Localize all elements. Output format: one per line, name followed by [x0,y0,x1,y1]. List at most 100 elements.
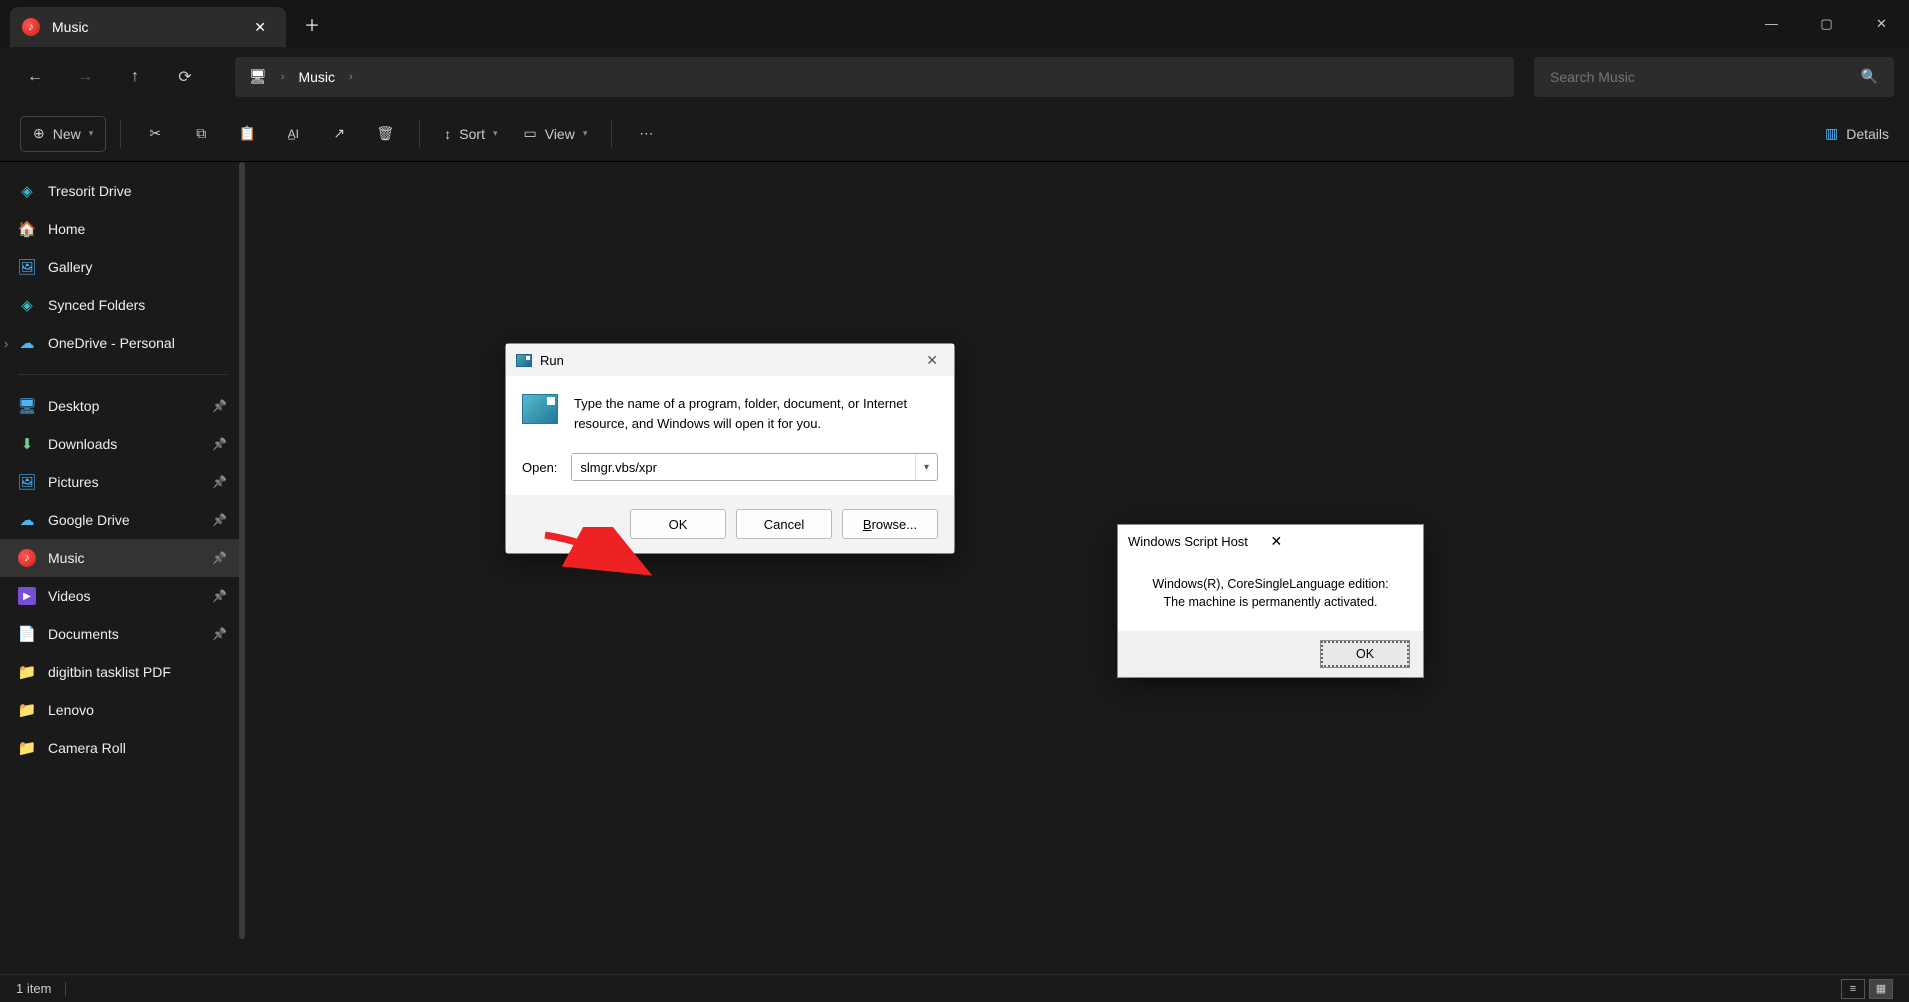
search-box[interactable]: 🔍 [1534,57,1894,97]
music-icon: ♪ [18,549,36,567]
thumbnail-view-toggle[interactable]: ▦ [1869,979,1893,999]
chevron-down-icon: ▾ [89,128,94,139]
pin-icon: 📌 [212,589,227,603]
run-dialog: Run ✕ Type the name of a program, folder… [505,343,955,554]
cut-icon: ✂ [149,125,161,142]
back-button[interactable]: ← [15,57,55,97]
run-browse-button[interactable]: Browse... [842,509,938,539]
home-icon: 🏠 [18,220,36,238]
run-ok-button[interactable]: OK [630,509,726,539]
navbar: ← → ↑ ⟳ 🖥 › Music › 🔍 [0,47,1909,106]
new-button[interactable]: ⊕ New ▾ [20,116,106,152]
more-button[interactable]: ⋯ [626,116,666,152]
sidebar-item-desktop[interactable]: 🖥Desktop📌 [0,387,245,425]
sidebar-item-pictures[interactable]: 🖼Pictures📌 [0,463,245,501]
list-view-toggle[interactable]: ≡ [1841,979,1865,999]
minimize-button[interactable]: — [1744,0,1799,47]
rename-icon: A̲I [288,127,299,141]
sidebar: ◈Tresorit Drive🏠Home 🖼 Gallery ◈ Synced Fold… [0,162,245,974]
run-open-input[interactable] [572,454,915,480]
breadcrumb-item[interactable]: Music [298,69,335,85]
tab-close-button[interactable]: ✕ [246,15,274,40]
run-close-button[interactable]: ✕ [920,350,944,371]
cube-icon: ◈ [18,296,36,314]
sort-icon: ↕ [444,126,451,142]
sidebar-item-label: digitbin tasklist PDF [48,664,171,680]
run-dialog-body: Type the name of a program, folder, docu… [506,376,954,495]
sidebar-item-digitbin-tasklist-pdf[interactable]: 📁 digitbin tasklist PDF [0,653,245,691]
close-button[interactable]: ✕ [1854,0,1909,47]
refresh-button[interactable]: ⟳ [165,57,205,97]
rename-button[interactable]: A̲I [273,116,313,152]
new-tab-button[interactable]: ＋ [286,12,338,36]
pin-icon: 📌 [212,399,227,413]
sidebar-item-label: Gallery [48,259,92,275]
folder-icon: 📁 [18,701,36,719]
sidebar-item-home[interactable]: 🏠Home [0,210,245,248]
view-label: View [545,126,575,142]
sidebar-item-gallery[interactable]: 🖼 Gallery [0,248,245,286]
combobox-dropdown-button[interactable]: ▾ [915,454,937,480]
wsh-dialog-footer: OK [1118,631,1423,677]
search-input[interactable] [1550,69,1861,85]
sidebar-item-synced-folders[interactable]: ◈ Synced Folders [0,286,245,324]
toolbar: ⊕ New ▾ ✂ ⧉ 📋 A̲I ↗ 🗑 ↕ Sort ▾ ▭ View ▾ … [0,106,1909,162]
sidebar-item-lenovo[interactable]: 📁 Lenovo [0,691,245,729]
maximize-button[interactable]: ▢ [1799,0,1854,47]
view-button[interactable]: ▭ View ▾ [514,116,598,152]
up-button[interactable]: ↑ [115,57,155,97]
sidebar-item-videos[interactable]: ▶Videos📌 [0,577,245,615]
sidebar-item-label: Lenovo [48,702,94,718]
sidebar-item-onedrive-personal[interactable]: ☁OneDrive - Personal [0,324,245,362]
content-area: Run ✕ Type the name of a program, folder… [245,162,1909,974]
sidebar-item-downloads[interactable]: ⬇ Downloads 📌 [0,425,245,463]
titlebar: ♪ Music ✕ ＋ — ▢ ✕ [0,0,1909,47]
wsh-dialog-titlebar[interactable]: Windows Script Host ✕ [1118,525,1423,558]
tab-title: Music [52,19,246,35]
folder-icon: 📁 [18,663,36,681]
download-icon: ⬇ [18,435,36,453]
sidebar-item-google-drive[interactable]: ☁Google Drive📌 [0,501,245,539]
wsh-close-button[interactable]: ✕ [1265,529,1414,554]
delete-button[interactable]: 🗑 [365,116,405,152]
sidebar-item-label: Camera Roll [48,740,126,756]
run-app-icon [522,394,558,424]
details-pane-button[interactable]: ▥ Details [1825,125,1889,142]
pin-icon: 📌 [212,437,227,451]
paste-button[interactable]: 📋 [227,116,267,152]
sort-button[interactable]: ↕ Sort ▾ [434,116,507,152]
gallery-icon: 🖼 [18,258,36,276]
cut-button[interactable]: ✂ [135,116,175,152]
chevron-down-icon: ▾ [493,128,498,139]
sidebar-item-camera-roll[interactable]: 📁 Camera Roll [0,729,245,767]
new-label: New [53,126,81,142]
wsh-ok-button[interactable]: OK [1321,641,1409,667]
music-icon: ♪ [22,18,40,36]
forward-button[interactable]: → [65,57,105,97]
wsh-message-line1: Windows(R), CoreSingleLanguage edition: [1130,576,1411,594]
sidebar-item-label: Synced Folders [48,297,145,313]
sidebar-item-label: Downloads [48,436,117,452]
sidebar-item-tresorit-drive[interactable]: ◈Tresorit Drive [0,172,245,210]
share-button[interactable]: ↗ [319,116,359,152]
sidebar-item-label: Tresorit Drive [48,183,132,199]
sidebar-item-music[interactable]: ♪Music📌 [0,539,245,577]
chevron-right-icon: › [349,71,353,83]
run-dialog-titlebar[interactable]: Run ✕ [506,344,954,376]
address-bar[interactable]: 🖥 › Music › [235,57,1514,97]
plus-circle-icon: ⊕ [33,125,45,142]
copy-icon: ⧉ [196,125,206,142]
cloud-icon: ☁ [18,511,36,529]
run-cancel-button[interactable]: Cancel [736,509,832,539]
sidebar-item-documents[interactable]: 📄Documents📌 [0,615,245,653]
pin-icon: 📌 [212,475,227,489]
sidebar-item-label: Google Drive [48,512,130,528]
copy-button[interactable]: ⧉ [181,116,221,152]
sidebar-item-label: Pictures [48,474,99,490]
run-open-combobox[interactable]: ▾ [571,453,938,481]
share-icon: ↗ [333,125,345,142]
tab-music[interactable]: ♪ Music ✕ [10,7,286,47]
run-dialog-title: Run [540,353,564,368]
folder-icon: 📁 [18,739,36,757]
wsh-dialog-body: Windows(R), CoreSingleLanguage edition: … [1118,558,1423,631]
